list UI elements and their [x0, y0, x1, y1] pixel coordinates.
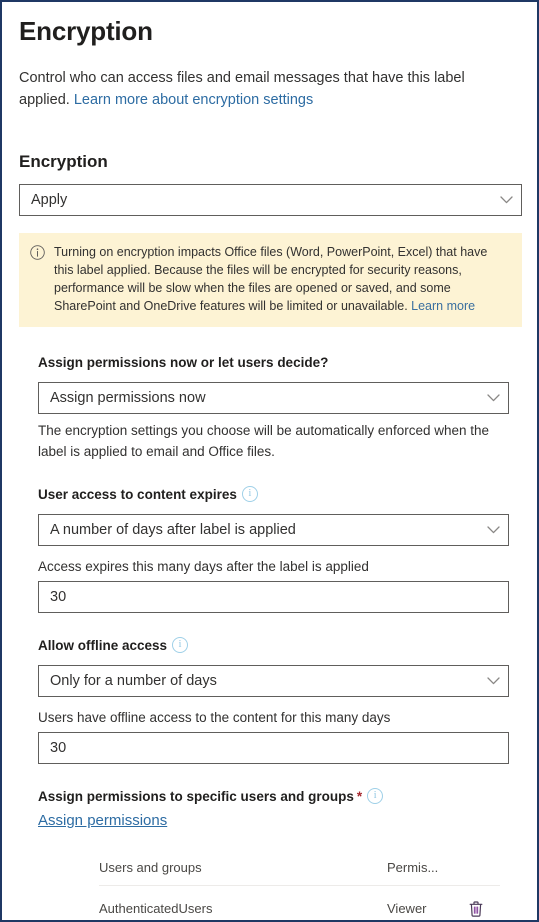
- info-icon[interactable]: i: [367, 788, 384, 804]
- chevron-down-icon: [478, 394, 508, 402]
- offline-access-dropdown[interactable]: Only for a number of days: [38, 665, 509, 697]
- permissions-table: Users and groups Permis... Authenticated…: [19, 860, 522, 920]
- trash-icon[interactable]: [465, 898, 487, 920]
- assign-mode-dropdown[interactable]: Assign permissions now: [38, 382, 509, 414]
- offline-access-days-value: 30: [50, 740, 67, 756]
- column-header-permissions: Permis...: [387, 860, 439, 875]
- page-description: Control who can access files and email m…: [19, 67, 519, 111]
- banner-learn-more-link[interactable]: Learn more: [411, 299, 475, 313]
- access-expiry-label: User access to content expires i: [38, 486, 509, 502]
- panel-content: Encryption Control who can access files …: [2, 2, 537, 920]
- assign-permissions-label-text: Assign permissions to specific users and…: [38, 788, 354, 804]
- assign-mode-value: Assign permissions now: [50, 390, 206, 406]
- column-header-users: Users and groups: [99, 860, 202, 875]
- access-expiry-label-text: User access to content expires: [38, 486, 237, 502]
- offline-access-label: Allow offline access i: [38, 637, 509, 653]
- info-icon[interactable]: i: [241, 486, 258, 502]
- assign-mode-label: Assign permissions now or let users deci…: [38, 355, 509, 370]
- chevron-down-icon: [478, 677, 508, 685]
- offline-access-label-text: Allow offline access: [38, 637, 168, 653]
- learn-more-encryption-settings-link[interactable]: Learn more about encryption settings: [74, 92, 313, 108]
- encryption-settings-group: Assign permissions now or let users deci…: [19, 355, 522, 830]
- assign-permissions-link[interactable]: Assign permissions: [38, 812, 167, 829]
- info-circle-icon: [30, 243, 52, 315]
- offline-access-days-label: Users have offline access to the content…: [38, 710, 391, 725]
- row-actions: [465, 898, 500, 920]
- encryption-mode-value: Apply: [31, 192, 68, 208]
- chevron-down-icon: [478, 526, 508, 534]
- table-header-row: Users and groups Permis...: [99, 860, 500, 886]
- assign-mode-helper-text: The encryption settings you choose will …: [38, 423, 490, 459]
- row-user-name: AuthenticatedUsers: [99, 901, 213, 916]
- banner-message: Turning on encryption impacts Office fil…: [52, 243, 510, 315]
- row-permission: Viewer: [387, 901, 427, 916]
- required-marker: *: [356, 788, 363, 804]
- encryption-section-heading: Encryption: [19, 152, 108, 171]
- assign-permissions-label: Assign permissions to specific users and…: [38, 788, 509, 804]
- encryption-impact-banner: Turning on encryption impacts Office fil…: [19, 233, 522, 327]
- page-title: Encryption: [19, 16, 153, 46]
- access-expiry-value: A number of days after label is applied: [50, 522, 296, 538]
- offline-access-value: Only for a number of days: [50, 673, 217, 689]
- access-expiry-days-input[interactable]: 30: [38, 581, 509, 613]
- info-icon[interactable]: i: [172, 637, 189, 653]
- access-expiry-dropdown[interactable]: A number of days after label is applied: [38, 514, 509, 546]
- access-expiry-days-value: 30: [50, 589, 67, 605]
- chevron-down-icon: [491, 196, 521, 204]
- table-row[interactable]: AuthenticatedUsers Viewer: [99, 886, 500, 920]
- encryption-settings-panel: Encryption Control who can access files …: [0, 0, 539, 922]
- access-expiry-days-label: Access expires this many days after the …: [38, 559, 369, 574]
- assign-mode-label-text: Assign permissions now or let users deci…: [38, 355, 329, 370]
- offline-access-days-input[interactable]: 30: [38, 732, 509, 764]
- encryption-mode-dropdown[interactable]: Apply: [19, 184, 522, 216]
